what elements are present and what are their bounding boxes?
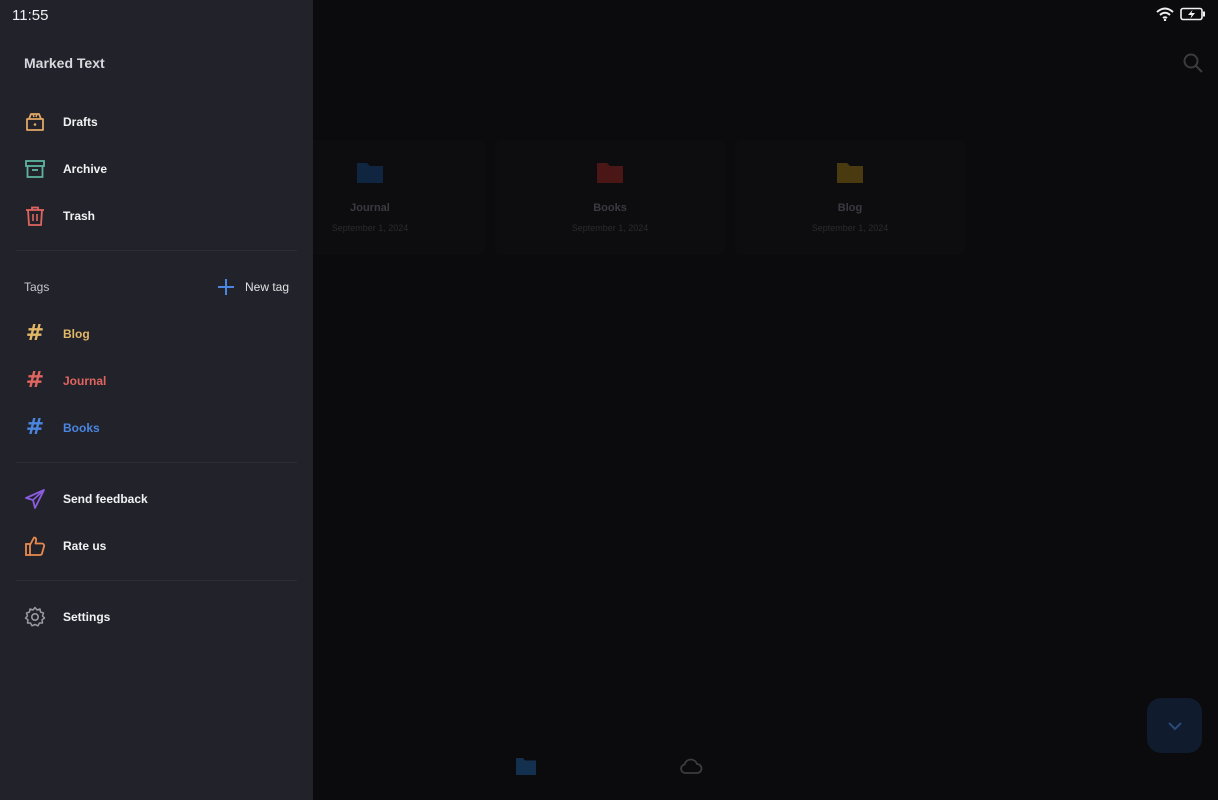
tag-item-blog[interactable]: # Blog (0, 314, 313, 354)
status-time: 11:55 (12, 7, 49, 24)
tag-label: Books (63, 421, 100, 435)
gear-icon (24, 606, 46, 628)
hashtag-icon: # (25, 321, 45, 346)
expand-fab[interactable] (1147, 698, 1202, 753)
folder-date: September 1, 2024 (811, 223, 889, 233)
drawer-item-label: Rate us (63, 539, 107, 553)
folder-name: Books (593, 202, 627, 214)
plus-icon (218, 279, 234, 295)
divider (16, 580, 297, 581)
tag-item-journal[interactable]: # Journal (0, 361, 313, 401)
drawer-item-archive[interactable]: Archive (0, 149, 313, 189)
folder-name: Blog (837, 202, 863, 214)
folder-icon (597, 163, 623, 183)
drawer-item-label: Settings (63, 610, 111, 624)
wifi-icon (1156, 7, 1174, 21)
search-icon (1183, 53, 1203, 73)
divider (16, 250, 297, 251)
drawer-item-send-feedback[interactable]: Send feedback (0, 479, 313, 519)
drawer-item-settings[interactable]: Settings (0, 597, 313, 637)
drawer-item-label: Send feedback (63, 492, 148, 506)
send-icon (24, 488, 46, 510)
folder-icon (837, 163, 863, 183)
divider (16, 462, 297, 463)
tag-item-books[interactable]: # Books (0, 408, 313, 448)
search-button[interactable] (1182, 52, 1204, 74)
drawer-title: Marked Text (24, 55, 105, 71)
tag-label: Journal (63, 374, 107, 388)
thumbs-up-icon (24, 535, 46, 557)
archive-icon (24, 158, 46, 180)
hashtag-icon: # (25, 415, 45, 440)
folder-date: September 1, 2024 (331, 223, 409, 233)
folder-name: Journal (350, 202, 390, 214)
navigation-drawer: 11:55 Marked Text Drafts Archive Trash T… (0, 0, 313, 800)
new-tag-button[interactable]: New tag (216, 276, 289, 298)
drawer-item-trash[interactable]: Trash (0, 196, 313, 236)
drawer-item-label: Drafts (63, 115, 98, 129)
drawer-item-label: Trash (63, 209, 96, 223)
folder-icon (357, 163, 383, 183)
tag-label: Blog (63, 327, 90, 341)
nav-cloud-button[interactable] (679, 756, 703, 781)
chevron-down-icon (1167, 721, 1182, 730)
status-icons (1156, 7, 1206, 21)
new-tag-label: New tag (245, 280, 290, 294)
folder-grid: Journal September 1, 2024 Books Septembe… (255, 140, 965, 255)
drawer-item-rate-us[interactable]: Rate us (0, 526, 313, 566)
drawer-item-drafts[interactable]: Drafts (0, 102, 313, 142)
nav-folders-button[interactable] (515, 756, 537, 781)
battery-icon (1180, 7, 1205, 21)
trash-icon (24, 205, 46, 227)
folder-date: September 1, 2024 (571, 223, 649, 233)
cloud-icon (680, 758, 703, 774)
drawer-item-label: Archive (63, 162, 108, 176)
drafts-icon (24, 111, 46, 133)
folder-icon (516, 758, 536, 775)
folder-card-blog[interactable]: Blog September 1, 2024 (735, 140, 965, 255)
hashtag-icon: # (25, 368, 45, 393)
folder-card-books[interactable]: Books September 1, 2024 (495, 140, 725, 255)
tags-section-label: Tags (24, 280, 50, 294)
